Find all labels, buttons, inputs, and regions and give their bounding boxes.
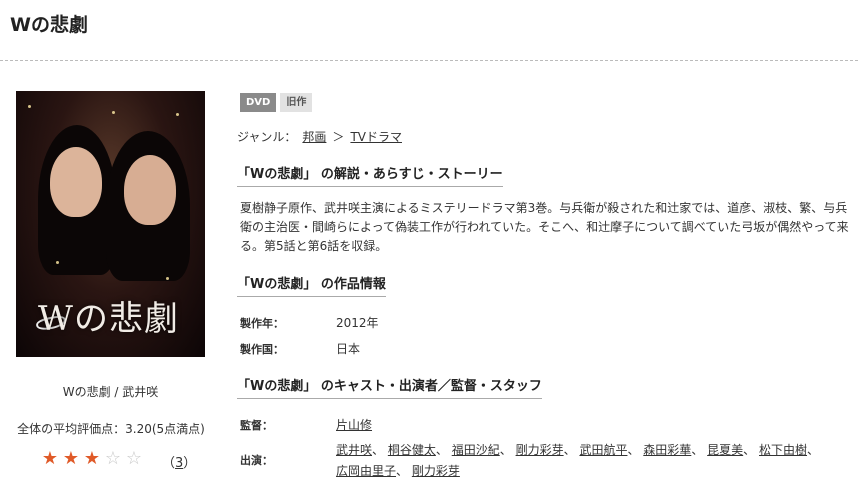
cast-link[interactable]: 武井咲 bbox=[336, 443, 372, 457]
review-count-open: （ bbox=[162, 456, 176, 471]
production-country-label: 製作国： bbox=[240, 343, 284, 356]
cast-link[interactable]: 桐谷健太 bbox=[388, 443, 436, 457]
cast-separator: 、 bbox=[372, 443, 385, 457]
star-full-icon: ★ bbox=[62, 448, 80, 469]
cast-separator: 、 bbox=[807, 443, 820, 457]
cast-separator: 、 bbox=[499, 443, 512, 457]
poster-sparkle bbox=[56, 261, 59, 264]
old-release-badge: 旧作 bbox=[280, 93, 313, 112]
star-empty-icon: ☆ bbox=[104, 448, 122, 469]
cast-separator: 、 bbox=[563, 443, 576, 457]
director-row: 監督： 片山修 bbox=[240, 416, 372, 433]
production-country-row: 製作国： 日本 bbox=[240, 340, 360, 357]
cast-label: 出演： bbox=[240, 454, 273, 467]
cast-separator: 、 bbox=[743, 443, 756, 457]
cast-separator: 、 bbox=[396, 464, 409, 478]
cast-link[interactable]: 松下由樹 bbox=[759, 443, 807, 457]
poster-face-right bbox=[124, 155, 176, 225]
page-title: Wの悲劇 bbox=[10, 14, 88, 36]
production-year-label: 製作年： bbox=[240, 317, 284, 330]
cast-link[interactable]: 剛力彩芽 bbox=[516, 443, 564, 457]
poster-sparkle bbox=[28, 105, 31, 108]
synopsis-heading: 「Wの悲劇」 の解説・あらすじ・ストーリー bbox=[237, 163, 503, 187]
production-year-value: 2012年 bbox=[336, 316, 379, 330]
star-full-icon: ★ bbox=[41, 448, 59, 469]
poster-caption: Wの悲劇 / 武井咲 bbox=[62, 385, 159, 399]
cast-link[interactable]: 剛力彩芽 bbox=[412, 464, 460, 478]
director-link[interactable]: 片山修 bbox=[336, 418, 372, 432]
cast-link[interactable]: 武田航平 bbox=[579, 443, 627, 457]
review-count-close: ） bbox=[183, 456, 197, 471]
format-badges: DVD 旧作 bbox=[240, 93, 313, 112]
cast-staff-heading: 「Wの悲劇」 のキャスト・出演者／監督・スタッフ bbox=[237, 375, 542, 399]
average-rating-label: 全体の平均評価点：3.20(5点満点) bbox=[17, 422, 205, 436]
director-label: 監督： bbox=[240, 419, 273, 432]
cast-link[interactable]: 福田沙紀 bbox=[452, 443, 500, 457]
genre-label: ジャンル： bbox=[237, 130, 297, 144]
production-year-row: 製作年： 2012年 bbox=[240, 314, 379, 331]
star-empty-icon: ☆ bbox=[125, 448, 143, 469]
poster-sparkle bbox=[166, 277, 169, 280]
genre-breadcrumb: ジャンル： 邦画 ＞ TVドラマ bbox=[237, 128, 402, 145]
cast-link[interactable]: 昆夏美 bbox=[707, 443, 743, 457]
work-info-heading: 「Wの悲劇」 の作品情報 bbox=[237, 273, 386, 297]
poster-image[interactable]: Wの悲劇 bbox=[16, 91, 205, 357]
cast-link[interactable]: 森田彩華 bbox=[643, 443, 691, 457]
production-country-value: 日本 bbox=[336, 342, 361, 356]
poster-title-logo: Wの悲劇 bbox=[38, 299, 179, 339]
cast-separator: 、 bbox=[691, 443, 704, 457]
cast-separator: 、 bbox=[627, 443, 640, 457]
rating-stars: ★ ★ ★ ☆ ☆ bbox=[40, 449, 144, 469]
cast-link[interactable]: 広岡由里子 bbox=[336, 464, 396, 478]
title-divider bbox=[0, 60, 858, 61]
star-full-icon: ★ bbox=[83, 448, 101, 469]
poster-face-left bbox=[50, 147, 102, 217]
review-count: （3） bbox=[162, 452, 196, 471]
cast-list: 武井咲、 桐谷健太、 福田沙紀、 剛力彩芽、 武田航平、 森田彩華、 昆夏美、 … bbox=[336, 440, 851, 481]
cast-label-row: 出演： bbox=[240, 452, 336, 468]
poster-sparkle bbox=[112, 111, 115, 114]
synopsis-text: 夏樹静子原作、武井咲主演によるミステリードラマ第3巻。与兵衛が殺された和辻家では… bbox=[240, 201, 849, 253]
genre-link-hougaku[interactable]: 邦画 bbox=[302, 128, 326, 145]
dvd-badge: DVD bbox=[240, 93, 277, 112]
poster-sparkle bbox=[176, 113, 179, 116]
genre-separator: ＞ bbox=[332, 130, 345, 144]
cast-separator: 、 bbox=[435, 443, 448, 457]
genre-link-tvdrama[interactable]: TVドラマ bbox=[350, 128, 402, 145]
